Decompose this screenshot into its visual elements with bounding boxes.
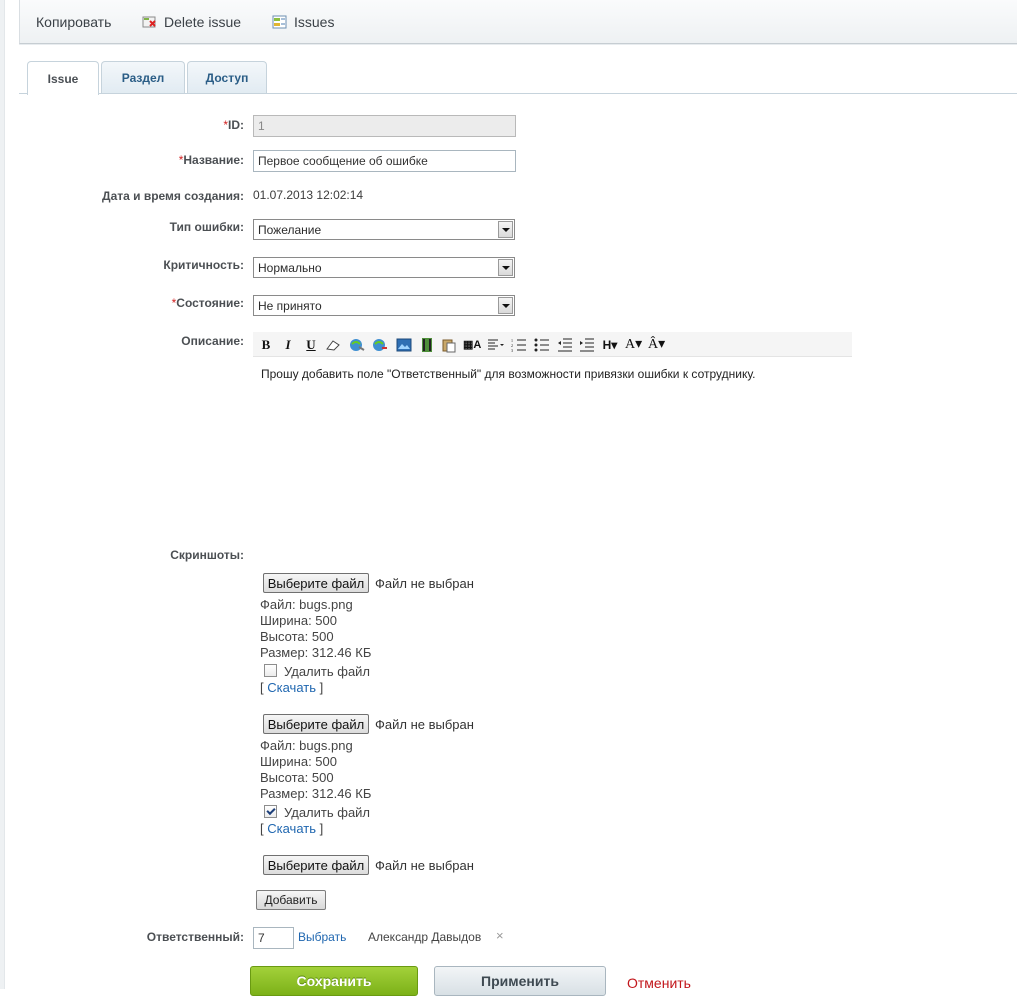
copy-button[interactable]: Копировать	[36, 13, 111, 31]
tab-section[interactable]: Раздел	[101, 61, 185, 94]
name-value: Первое сообщение об ошибке	[258, 154, 428, 168]
delete-issue-button[interactable]: Delete issue	[142, 13, 241, 31]
link-icon[interactable]	[349, 336, 365, 353]
description-text: Прошу добавить поле "Ответственный" для …	[261, 367, 756, 381]
tab-issue[interactable]: Issue	[27, 61, 99, 95]
choose-file-button[interactable]: Выберите файл	[263, 573, 369, 593]
svg-text:3: 3	[511, 348, 513, 352]
align-icon[interactable]	[487, 336, 505, 353]
type-value: Пожелание	[258, 223, 322, 237]
id-field[interactable]: 1	[253, 115, 516, 137]
tab-access-label: Доступ	[205, 71, 249, 85]
font-size-icon[interactable]: A▾	[625, 336, 642, 353]
bracket-open: [	[260, 821, 264, 836]
add-file-button[interactable]: Добавить	[256, 890, 326, 910]
tabs-divider	[19, 93, 1017, 94]
choose-file-button[interactable]: Выберите файл	[263, 714, 369, 734]
responsible-label: Ответственный:	[146, 930, 244, 944]
bold-icon[interactable]: B	[258, 336, 274, 353]
save-button[interactable]: Сохранить	[250, 966, 418, 996]
created-value: 01.07.2013 12:02:14	[253, 188, 364, 202]
file-name: Файл: bugs.png	[260, 597, 353, 612]
issues-button[interactable]: Issues	[272, 13, 334, 31]
delete-issue-label: Delete issue	[164, 14, 242, 30]
list-icon	[272, 15, 287, 29]
indent-icon[interactable]	[579, 336, 595, 353]
unlink-icon[interactable]	[372, 336, 388, 353]
id-label: *ID:	[223, 118, 244, 132]
name-label-text: Название:	[183, 153, 244, 167]
id-value: 1	[258, 119, 265, 133]
bracket-open: [	[260, 680, 264, 695]
font-color-icon[interactable]: Â▾	[648, 336, 665, 353]
left-gutter	[0, 0, 5, 989]
unordered-list-icon[interactable]	[534, 336, 550, 353]
tab-section-label: Раздел	[121, 71, 165, 85]
file-width: Ширина: 500	[260, 754, 337, 769]
download-link[interactable]: Скачать	[267, 821, 316, 836]
no-file-status: Файл не выбран	[375, 576, 474, 591]
image-icon[interactable]	[396, 336, 412, 353]
delete-icon	[142, 16, 156, 28]
apply-button[interactable]: Применить	[434, 966, 606, 996]
download-link[interactable]: Скачать	[267, 680, 316, 695]
table-icon[interactable]: ▦A	[463, 336, 481, 353]
severity-select[interactable]: Нормально	[253, 257, 515, 278]
remove-user-icon[interactable]: ×	[496, 928, 504, 943]
status-label: *Состояние:	[172, 296, 244, 310]
download-link-wrap: [ Скачать ]	[260, 821, 323, 836]
name-label: *Название:	[179, 153, 244, 167]
file-height: Высота: 500	[260, 770, 334, 785]
description-editor[interactable]: Прошу добавить поле "Ответственный" для …	[253, 357, 852, 522]
paste-icon[interactable]	[441, 336, 457, 353]
outdent-icon[interactable]	[557, 336, 573, 353]
responsible-id-value: 7	[258, 931, 265, 945]
chevron-down-icon	[498, 297, 513, 314]
ordered-list-icon[interactable]: 123	[511, 336, 527, 353]
choose-user-link[interactable]: Выбрать	[298, 930, 346, 944]
responsible-name: Александр Давыдов	[368, 930, 482, 944]
heading-icon[interactable]: H▾	[602, 336, 618, 353]
severity-value: Нормально	[258, 261, 322, 275]
delete-file-checkbox[interactable]	[264, 664, 277, 677]
delete-file-label: Удалить файл	[284, 805, 371, 820]
created-label: Дата и время создания:	[102, 189, 244, 203]
underline-icon[interactable]: U	[303, 336, 319, 353]
italic-icon[interactable]: I	[280, 336, 296, 353]
id-label-text: ID:	[228, 118, 244, 132]
file-size: Размер: 312.46 КБ	[260, 786, 372, 801]
status-select[interactable]: Не принято	[253, 295, 515, 316]
chevron-down-icon	[498, 259, 513, 276]
status-label-text: Состояние:	[176, 296, 244, 310]
copy-label: Копировать	[36, 14, 112, 30]
responsible-id-field[interactable]: 7	[253, 927, 294, 949]
download-link-wrap: [ Скачать ]	[260, 680, 323, 695]
bracket-close: ]	[319, 680, 324, 695]
no-file-status: Файл не выбран	[375, 717, 474, 732]
status-value: Не принято	[258, 299, 322, 313]
choose-file-button[interactable]: Выберите файл	[263, 855, 369, 875]
bracket-close: ]	[319, 821, 324, 836]
eraser-icon[interactable]	[325, 336, 341, 353]
delete-file-checkbox[interactable]	[264, 805, 277, 818]
chevron-down-icon	[498, 221, 513, 238]
top-toolbar: Копировать Delete issue Issues	[19, 0, 1017, 44]
description-label: Описание:	[181, 334, 244, 348]
delete-file-label: Удалить файл	[284, 664, 371, 679]
type-label: Тип ошибки:	[169, 220, 244, 234]
file-width: Ширина: 500	[260, 613, 337, 628]
file-name: Файл: bugs.png	[260, 738, 353, 753]
screenshots-label: Скриншоты:	[170, 548, 244, 562]
editor-toolbar: B I U ▦A 123 H▾ A▾ Â▾	[253, 332, 852, 357]
file-size: Размер: 312.46 КБ	[260, 645, 372, 660]
no-file-status: Файл не выбран	[375, 858, 474, 873]
severity-label: Критичность:	[163, 258, 244, 272]
video-icon[interactable]	[419, 336, 435, 353]
name-field[interactable]: Первое сообщение об ошибке	[253, 150, 516, 172]
tab-access[interactable]: Доступ	[187, 61, 267, 94]
type-select[interactable]: Пожелание	[253, 219, 515, 240]
file-height: Высота: 500	[260, 629, 334, 644]
issues-label: Issues	[294, 14, 335, 30]
tab-issue-label: Issue	[47, 71, 79, 86]
